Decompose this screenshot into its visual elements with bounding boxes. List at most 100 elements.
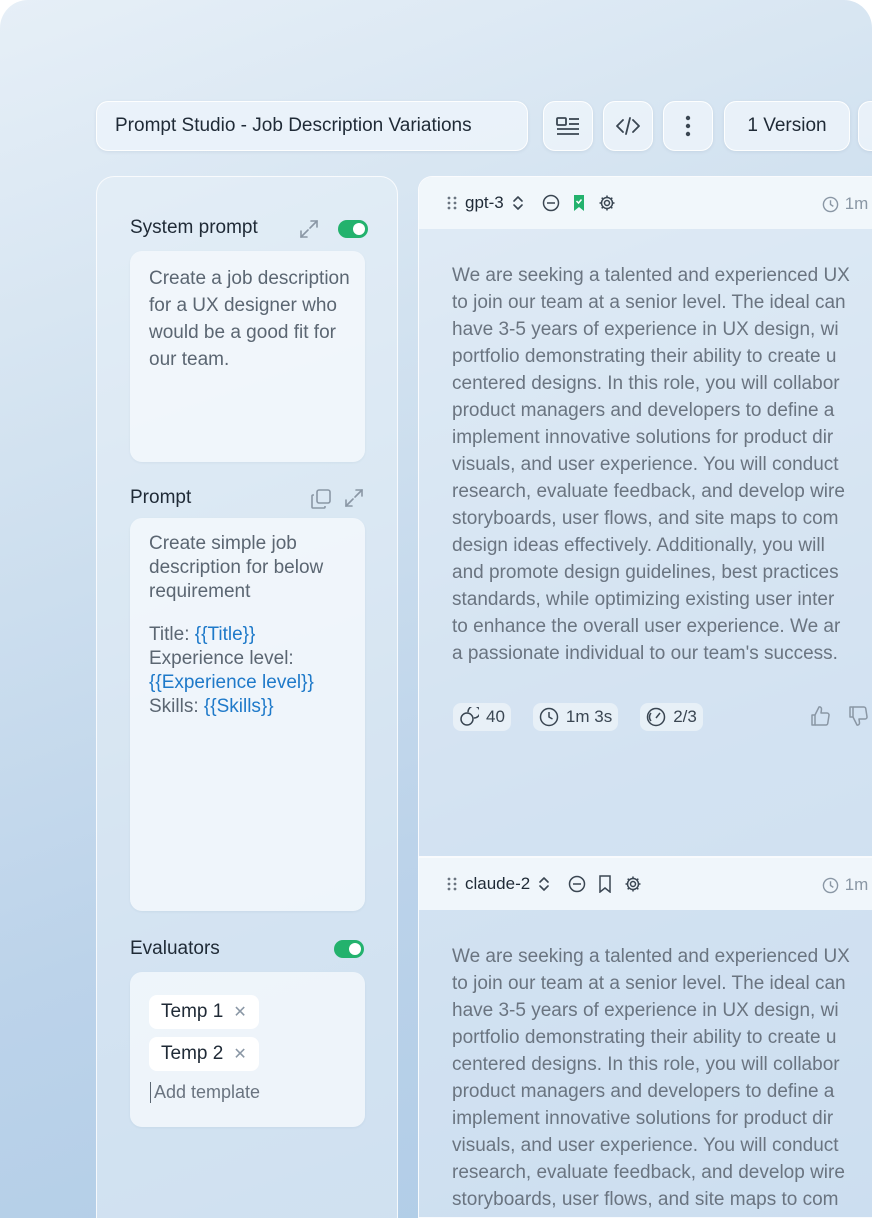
model-name[interactable]: claude-2 — [465, 874, 530, 894]
evaluators-toggle[interactable] — [334, 940, 364, 958]
response-time-text: 1m 3s — [844, 875, 872, 894]
gear-icon[interactable] — [624, 875, 642, 893]
drag-handle-icon[interactable] — [447, 196, 457, 210]
duration-text: 1m 3s — [565, 707, 613, 726]
expand-icon[interactable] — [299, 219, 319, 239]
output-line: storyboards, user flows, and site maps t… — [452, 1189, 839, 1210]
experience-variable: {{Experience level}} — [149, 672, 314, 693]
prompt-body: Create simple job description for below … — [149, 532, 351, 719]
title-field-label: Title: — [149, 624, 195, 645]
output-panel-gpt-3: gpt-3 1m 3s We are seeking a talented an… — [418, 176, 872, 857]
output-line: to enhance the overall user experience. … — [452, 616, 841, 637]
output-line: design ideas effectively. Additionally, … — [452, 535, 825, 556]
output-line: centered designs. In this role, you will… — [452, 373, 840, 394]
tokens-icon — [460, 707, 479, 726]
token-count-text: 40 — [486, 707, 505, 726]
system-prompt-toggle[interactable] — [338, 220, 368, 238]
output-line: and promote design guidelines, best prac… — [452, 562, 839, 583]
output-line: to join our team at a senior level. The … — [452, 292, 846, 313]
model-name[interactable]: gpt-3 — [465, 193, 504, 213]
output-line: We are seeking a talented and experience… — [452, 265, 850, 286]
overflow-button[interactable] — [858, 101, 872, 151]
output-line: have 3-5 years of experience in UX desig… — [452, 319, 839, 340]
title-variable: {{Title}} — [194, 624, 256, 645]
output-line: have 3-5 years of experience in UX desig… — [452, 1000, 839, 1021]
score: 2/3 — [640, 703, 703, 731]
score-text: 2/3 — [673, 707, 697, 726]
close-icon[interactable]: ✕ — [233, 1002, 246, 1022]
chevron-updown-icon[interactable] — [538, 876, 550, 892]
clock-icon — [539, 707, 559, 727]
clock-icon — [822, 196, 838, 212]
output-line: to join our team at a senior level. The … — [452, 973, 846, 994]
gear-icon[interactable] — [598, 194, 616, 212]
layout-icon — [556, 117, 579, 135]
thumbs-down-icon[interactable] — [847, 705, 869, 727]
copy-icon[interactable] — [310, 488, 332, 510]
output-header: claude-2 1m 3s — [419, 858, 872, 910]
system-prompt-label: System prompt — [130, 217, 258, 238]
more-options-button[interactable] — [663, 101, 713, 151]
response-time: 1m 3s — [822, 875, 872, 895]
output-line: research, evaluate feedback, and develop… — [452, 481, 845, 502]
system-prompt-card[interactable]: Create a job description for a UX design… — [130, 251, 365, 462]
gauge-icon — [646, 707, 666, 727]
output-line: a passionate individual to our team's su… — [452, 643, 838, 664]
output-line: We are seeking a talented and experience… — [452, 946, 850, 967]
output-text: We are seeking a talented and experience… — [452, 943, 872, 1213]
chevron-updown-icon[interactable] — [512, 195, 524, 211]
bookmark-icon[interactable] — [598, 875, 612, 893]
system-prompt-text: Create a job description for a UX design… — [149, 268, 350, 370]
output-line: research, evaluate feedback, and develop… — [452, 1162, 845, 1183]
evaluators-card: Temp 1 ✕ Temp 2 ✕ Add template — [130, 972, 365, 1127]
version-button[interactable]: 1 Version — [724, 101, 850, 151]
drag-handle-icon[interactable] — [447, 877, 457, 891]
experience-label: Experience level: — [149, 648, 294, 669]
output-line: product managers and developers to defin… — [452, 1081, 835, 1102]
output-line: centered designs. In this role, you will… — [452, 1054, 840, 1075]
skills-variable: {{Skills}} — [203, 696, 274, 717]
evaluators-label: Evaluators — [130, 938, 220, 959]
output-line: standards, while optimizing existing use… — [452, 589, 835, 610]
evaluator-chip[interactable]: Temp 1 ✕ — [149, 995, 259, 1029]
response-time: 1m 3s — [822, 194, 872, 214]
prompt-instruction: Create simple job description for below … — [149, 533, 324, 602]
version-label: 1 Version — [747, 115, 827, 136]
output-line: visuals, and user experience. You will c… — [452, 454, 839, 475]
token-count: 40 — [453, 703, 511, 731]
evaluator-chip-label: Temp 2 — [161, 1043, 224, 1064]
more-vertical-icon — [685, 115, 691, 137]
skills-field-label: Skills: — [149, 696, 204, 717]
prompt-card[interactable]: Create simple job description for below … — [130, 518, 365, 911]
evaluator-chip[interactable]: Temp 2 ✕ — [149, 1037, 259, 1071]
app-frame: Prompt Studio - Job Description Variatio… — [0, 0, 872, 1218]
thumbs-up-icon[interactable] — [809, 705, 831, 727]
prompt-skills-line: Skills: {{Skills}} — [149, 695, 351, 719]
output-line: portfolio demonstrating their ability to… — [452, 1027, 837, 1048]
response-time-text: 1m 3s — [844, 194, 872, 213]
output-header: gpt-3 1m 3s — [419, 177, 872, 229]
output-stats: 40 1m 3s 2/3 — [453, 703, 703, 731]
prompt-config-panel: System prompt Create a job description f… — [96, 176, 398, 1218]
prompt-label: Prompt — [130, 487, 192, 508]
remove-circle-icon[interactable] — [542, 194, 560, 212]
output-line: storyboards, user flows, and site maps t… — [452, 508, 839, 529]
prompt-title[interactable]: Prompt Studio - Job Description Variatio… — [96, 101, 528, 151]
feedback-buttons — [809, 705, 869, 727]
clock-icon — [822, 877, 838, 893]
output-line: portfolio demonstrating their ability to… — [452, 346, 837, 367]
output-line: implement innovative solutions for produ… — [452, 1108, 834, 1129]
add-template-input[interactable]: Add template — [150, 1082, 260, 1103]
code-button[interactable] — [603, 101, 653, 151]
code-icon — [616, 117, 640, 135]
remove-circle-icon[interactable] — [568, 875, 586, 893]
evaluator-chip-label: Temp 1 — [161, 1001, 224, 1022]
bookmark-icon[interactable] — [572, 194, 586, 212]
output-line: implement innovative solutions for produ… — [452, 427, 834, 448]
layout-button[interactable] — [543, 101, 593, 151]
duration: 1m 3s — [532, 703, 619, 731]
close-icon[interactable]: ✕ — [233, 1044, 246, 1064]
expand-prompt-icon[interactable] — [344, 488, 364, 508]
output-panel-claude-2: claude-2 1m 3s We are seeking a talented… — [418, 857, 872, 1218]
output-text: We are seeking a talented and experience… — [452, 262, 872, 667]
